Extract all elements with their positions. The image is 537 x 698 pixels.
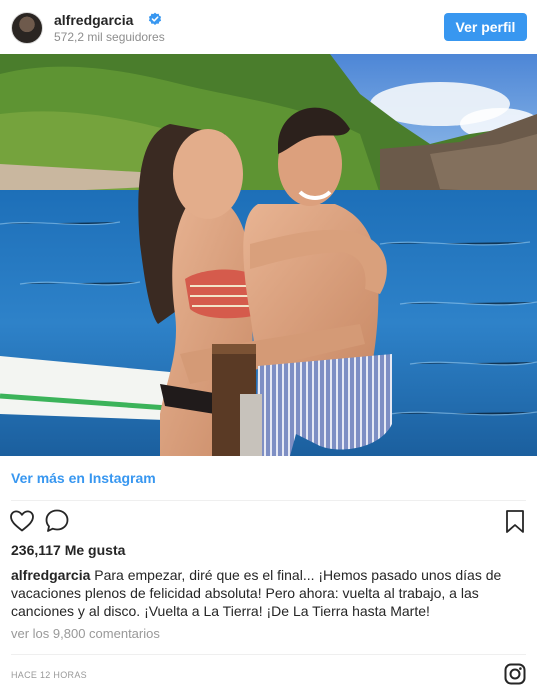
like-count[interactable]: 236,117 Me gusta <box>11 542 125 558</box>
verified-badge-icon <box>148 12 162 25</box>
divider <box>11 500 526 501</box>
comment-icon[interactable] <box>44 508 70 534</box>
view-profile-button[interactable]: Ver perfil <box>444 13 527 41</box>
post-header: alfredgarcia 572,2 mil seguidores Ver pe… <box>0 0 537 54</box>
caption-username[interactable]: alfredgarcia <box>11 567 90 583</box>
heart-icon[interactable] <box>9 509 35 533</box>
view-more-on-instagram-link[interactable]: Ver más en Instagram <box>11 470 156 486</box>
follower-count: 572,2 mil seguidores <box>54 30 165 44</box>
post-caption: alfredgarcia Para empezar, diré que es e… <box>11 566 526 620</box>
bookmark-icon[interactable] <box>504 509 526 535</box>
instagram-embed-card: alfredgarcia 572,2 mil seguidores Ver pe… <box>0 0 537 698</box>
instagram-logo-icon[interactable] <box>504 663 526 685</box>
view-comments-link[interactable]: ver los 9,800 comentarios <box>11 626 160 641</box>
username[interactable]: alfredgarcia <box>54 12 133 28</box>
divider <box>11 654 526 655</box>
avatar[interactable] <box>11 12 43 44</box>
post-photo[interactable] <box>0 54 537 456</box>
post-image <box>0 54 537 456</box>
post-timestamp: HACE 12 HORAS <box>11 670 87 680</box>
